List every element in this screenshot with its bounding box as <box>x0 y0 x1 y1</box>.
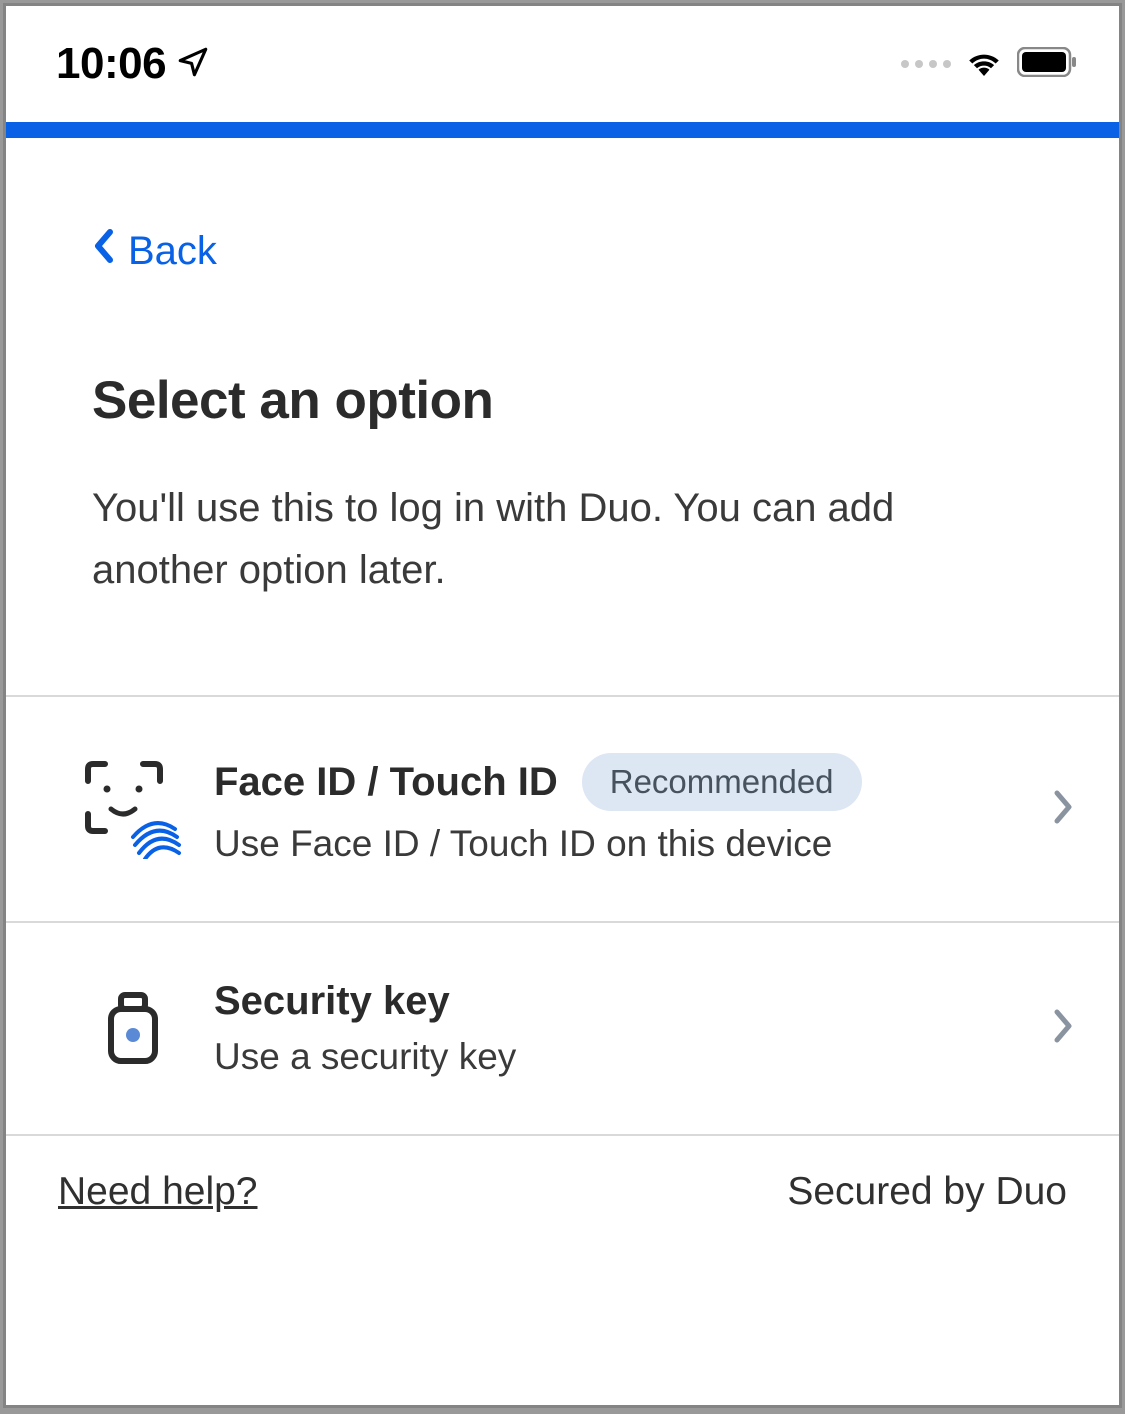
footer: Need help? Secured by Duo <box>6 1136 1119 1248</box>
option-description: Use a security key <box>214 1036 1025 1078</box>
back-button[interactable]: Back <box>92 228 217 274</box>
signal-dots-icon <box>901 60 951 68</box>
security-key-icon <box>78 991 188 1067</box>
back-label: Back <box>128 229 217 274</box>
chevron-left-icon <box>92 228 114 274</box>
option-description: Use Face ID / Touch ID on this device <box>214 823 1025 865</box>
page-title: Select an option <box>92 370 1033 431</box>
option-title: Security key <box>214 979 450 1024</box>
wifi-icon <box>965 48 1003 81</box>
status-bar: 10:06 <box>6 6 1119 122</box>
chevron-right-icon <box>1051 787 1075 832</box>
status-time: 10:06 <box>56 39 166 89</box>
secured-by-label: Secured by Duo <box>787 1170 1067 1214</box>
option-face-touch-id[interactable]: Face ID / Touch ID Recommended Use Face … <box>6 695 1119 921</box>
chevron-right-icon <box>1051 1006 1075 1051</box>
option-security-key[interactable]: Security key Use a security key <box>6 921 1119 1136</box>
options-list: Face ID / Touch ID Recommended Use Face … <box>6 695 1119 1136</box>
help-link[interactable]: Need help? <box>58 1170 258 1214</box>
face-touch-id-icon <box>78 759 188 859</box>
recommended-badge: Recommended <box>582 753 862 811</box>
location-icon <box>176 45 210 84</box>
accent-bar <box>6 122 1119 138</box>
battery-icon <box>1017 47 1077 82</box>
page-subtitle: You'll use this to log in with Duo. You … <box>92 477 1033 601</box>
option-title: Face ID / Touch ID <box>214 760 558 805</box>
